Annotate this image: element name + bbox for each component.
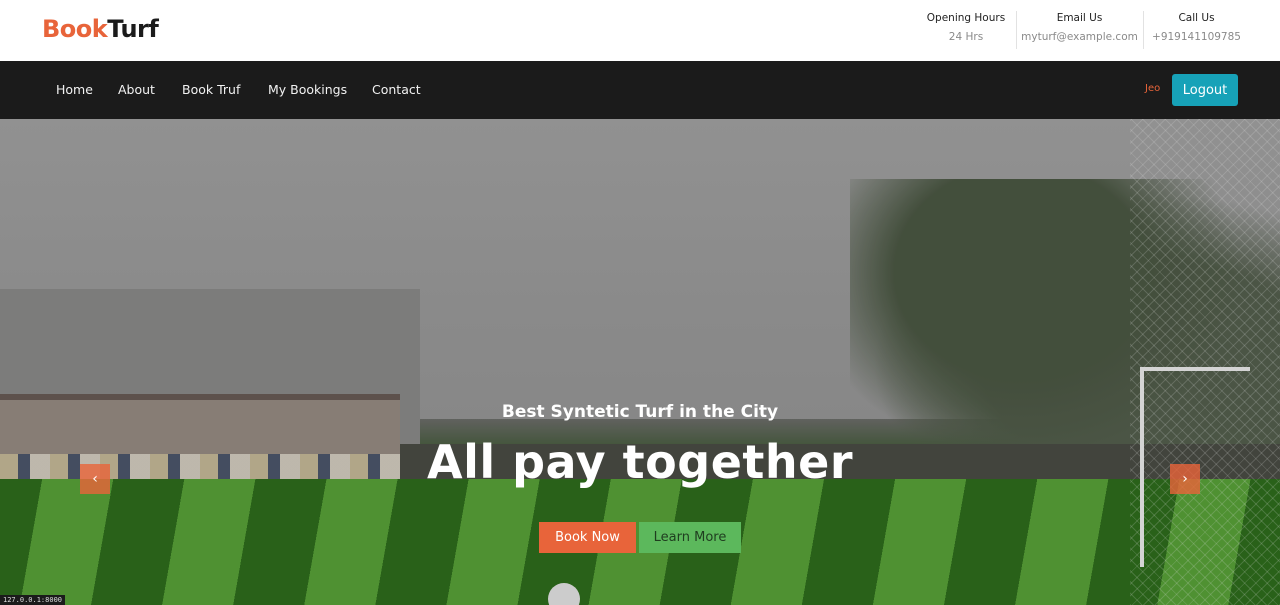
nav-about[interactable]: About	[118, 81, 155, 99]
opening-hours-info: Opening Hours 24 Hrs	[924, 11, 1008, 49]
top-header: BookTurf Opening Hours 24 Hrs Email Us m…	[0, 0, 1280, 61]
logout-button[interactable]: Logout	[1172, 74, 1238, 106]
browser-status-bar: 127.0.0.1:8000	[0, 595, 66, 605]
carousel-prev-icon[interactable]: ‹	[80, 464, 110, 494]
nav-home[interactable]: Home	[56, 81, 93, 99]
nav-book-truf[interactable]: Book Truf	[182, 81, 240, 99]
call-info: Call Us +919141109785	[1143, 11, 1249, 49]
hero-subtitle: Best Syntetic Turf in the City	[501, 402, 779, 422]
email-value[interactable]: myturf@example.com	[1017, 31, 1142, 43]
email-info: Email Us myturf@example.com	[1016, 11, 1142, 49]
brand-logo-part1: Book	[42, 15, 108, 43]
hero-carousel: Best Syntetic Turf in the City All pay t…	[0, 119, 1280, 605]
nav-my-bookings[interactable]: My Bookings	[268, 81, 347, 99]
learn-more-button[interactable]: Learn More	[639, 522, 741, 553]
opening-hours-value: 24 Hrs	[948, 31, 984, 43]
main-nav: Home About Book Truf My Bookings Contact…	[0, 61, 1280, 119]
book-now-button[interactable]: Book Now	[539, 522, 636, 553]
email-title: Email Us	[1056, 12, 1103, 24]
brand-logo-part2: Turf	[107, 15, 159, 43]
hero-title: All pay together	[426, 435, 854, 489]
opening-hours-title: Opening Hours	[926, 12, 1006, 24]
carousel-next-icon[interactable]: ›	[1170, 464, 1200, 494]
nav-contact[interactable]: Contact	[372, 81, 421, 99]
call-value[interactable]: +919141109785	[1144, 31, 1249, 43]
brand-logo[interactable]: BookTurf	[42, 14, 159, 44]
call-title: Call Us	[1178, 12, 1215, 24]
username: Jeo	[1145, 83, 1161, 94]
